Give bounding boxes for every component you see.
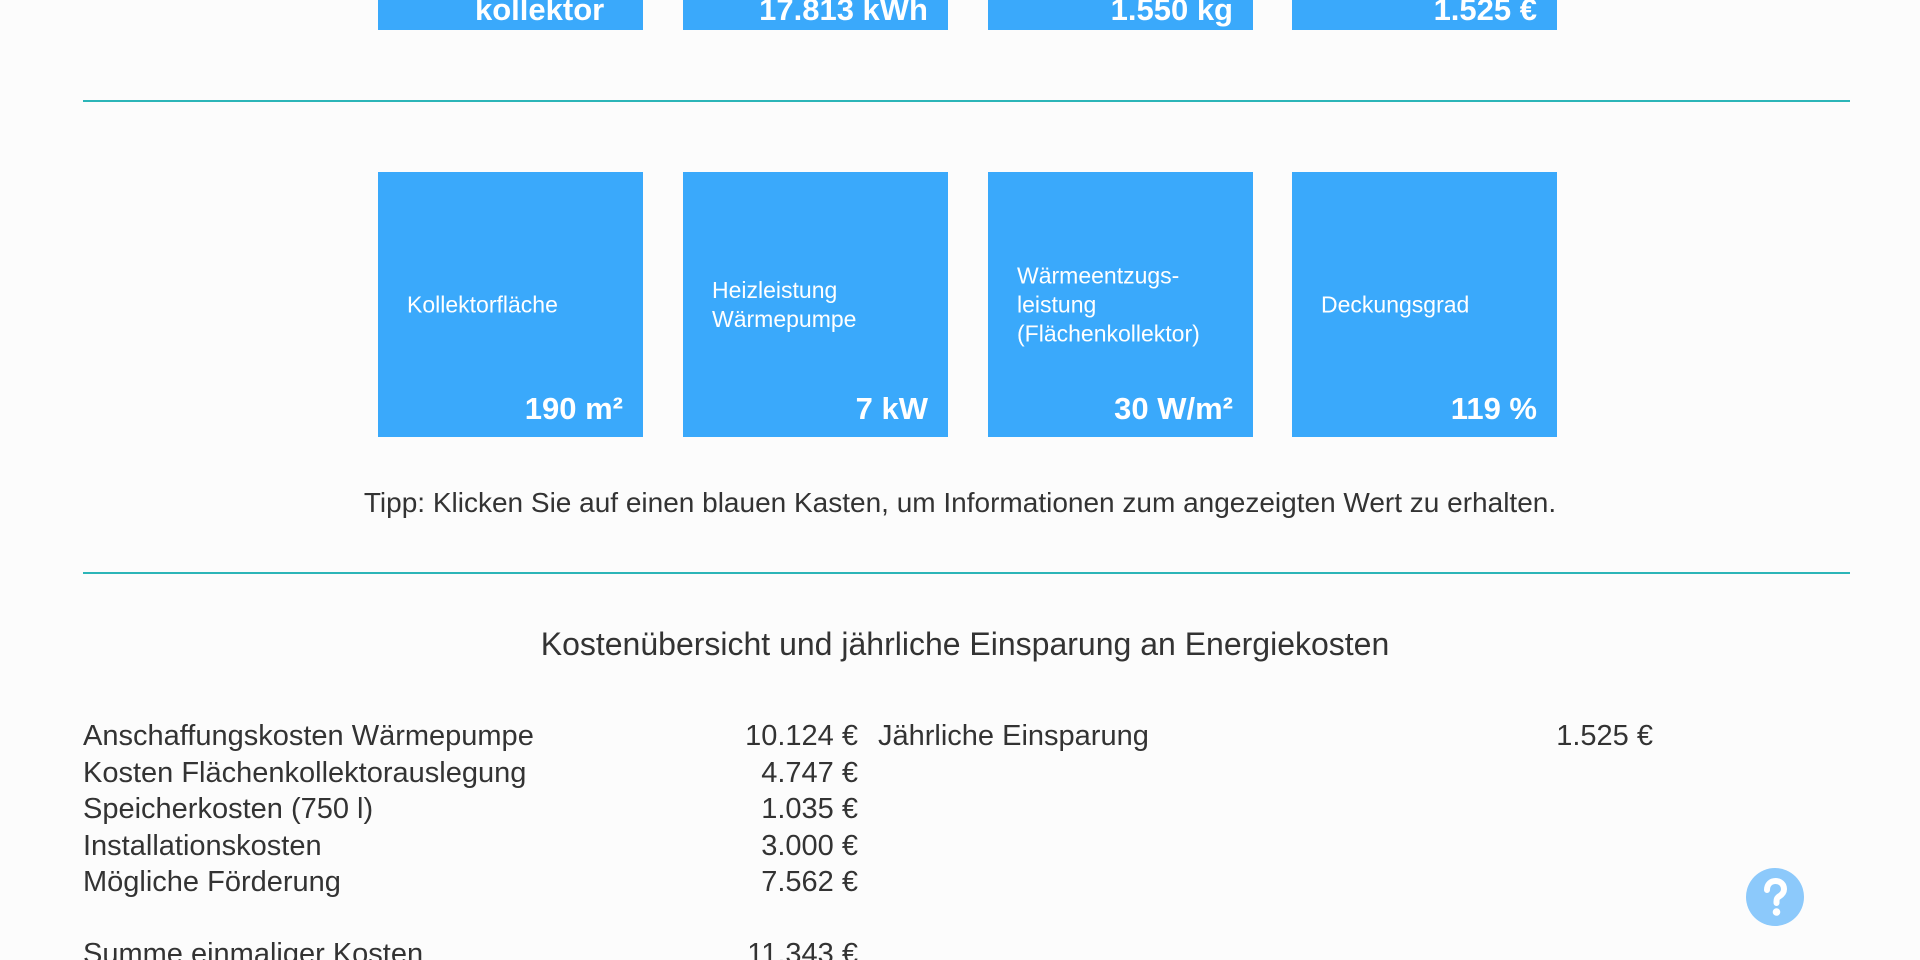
cost-row: Anschaffungskosten Wärmepumpe 10.124 € <box>83 718 858 754</box>
top-tile-energy[interactable]: 17.813 kWh <box>683 0 948 30</box>
cost-row: Kosten Flächenkollektorauslegung 4.747 € <box>83 755 858 791</box>
cost-value: 1.035 € <box>761 793 858 825</box>
cost-row: Speicherkosten (750 l) 1.035 € <box>83 791 858 827</box>
cost-label: Mögliche Förderung <box>83 866 341 898</box>
tip-text: Tipp: Klicken Sie auf einen blauen Kaste… <box>363 487 1557 518</box>
tile-value: 7 kW <box>855 391 928 426</box>
top-tile-value: 1.550 kg <box>1110 0 1233 27</box>
tile-value: 190 m² <box>524 391 623 426</box>
top-tile-value: kollektor <box>475 0 605 27</box>
cost-label: Kosten Flächenkollektorauslegung <box>83 757 527 789</box>
cost-sum-label: Summe einmaliger Kosten <box>83 938 424 960</box>
costs-title: Kostenübersicht und jährliche Einsparung… <box>540 626 1390 662</box>
calculator-results-page: kollektor 17.813 kWh 1.550 kg 1.525 € Ko… <box>0 0 1920 960</box>
tile-label: Heizleistung Wärmepumpe <box>712 276 857 332</box>
cost-value: 10.124 € <box>745 720 858 752</box>
cost-sum-value: 11.343 € <box>747 938 858 960</box>
cost-value: 7.562 € <box>761 866 858 898</box>
tile-heating-power[interactable]: Heizleistung Wärmepumpe 7 kW <box>683 172 948 437</box>
top-tile-value: 1.525 € <box>1433 0 1537 27</box>
question-icon <box>1764 878 1787 916</box>
divider-top <box>83 100 1850 102</box>
top-tile-collector[interactable]: kollektor <box>378 0 643 30</box>
cost-value: 4.747 € <box>761 757 858 789</box>
tile-label: Wärmeentzugs- leistung (Flächenkollektor… <box>1017 262 1200 346</box>
cost-row: Installationskosten 3.000 € <box>83 828 858 864</box>
divider-middle <box>83 572 1850 574</box>
savings-value: 1.525 € <box>1556 720 1653 752</box>
cost-row: Mögliche Förderung 7.562 € <box>83 864 858 900</box>
cost-value: 3.000 € <box>761 830 858 862</box>
cost-sum-row: Summe einmaliger Kosten 11.343 € <box>83 936 858 960</box>
tile-collector-area[interactable]: Kollektorfläche 190 m² <box>378 172 643 437</box>
top-tile-savings[interactable]: 1.525 € <box>1292 0 1557 30</box>
tile-label: Deckungsgrad <box>1321 291 1470 317</box>
help-button[interactable] <box>1746 868 1804 926</box>
tile-coverage[interactable]: Deckungsgrad 119 % <box>1292 172 1557 437</box>
tile-value: 119 % <box>1450 391 1537 426</box>
tile-heat-extraction[interactable]: Wärmeentzugs- leistung (Flächenkollektor… <box>988 172 1253 437</box>
top-tile-value: 17.813 kWh <box>759 0 928 27</box>
cost-label: Installationskosten <box>83 830 322 862</box>
savings-row: Jährliche Einsparung 1.525 € <box>878 718 1653 754</box>
cost-label: Speicherkosten (750 l) <box>83 793 374 825</box>
top-tile-co2[interactable]: 1.550 kg <box>988 0 1253 30</box>
tile-label: Kollektorfläche <box>407 291 558 317</box>
tile-value: 30 W/m² <box>1114 391 1233 426</box>
savings-label: Jährliche Einsparung <box>878 720 1149 752</box>
cost-label: Anschaffungskosten Wärmepumpe <box>83 720 534 752</box>
